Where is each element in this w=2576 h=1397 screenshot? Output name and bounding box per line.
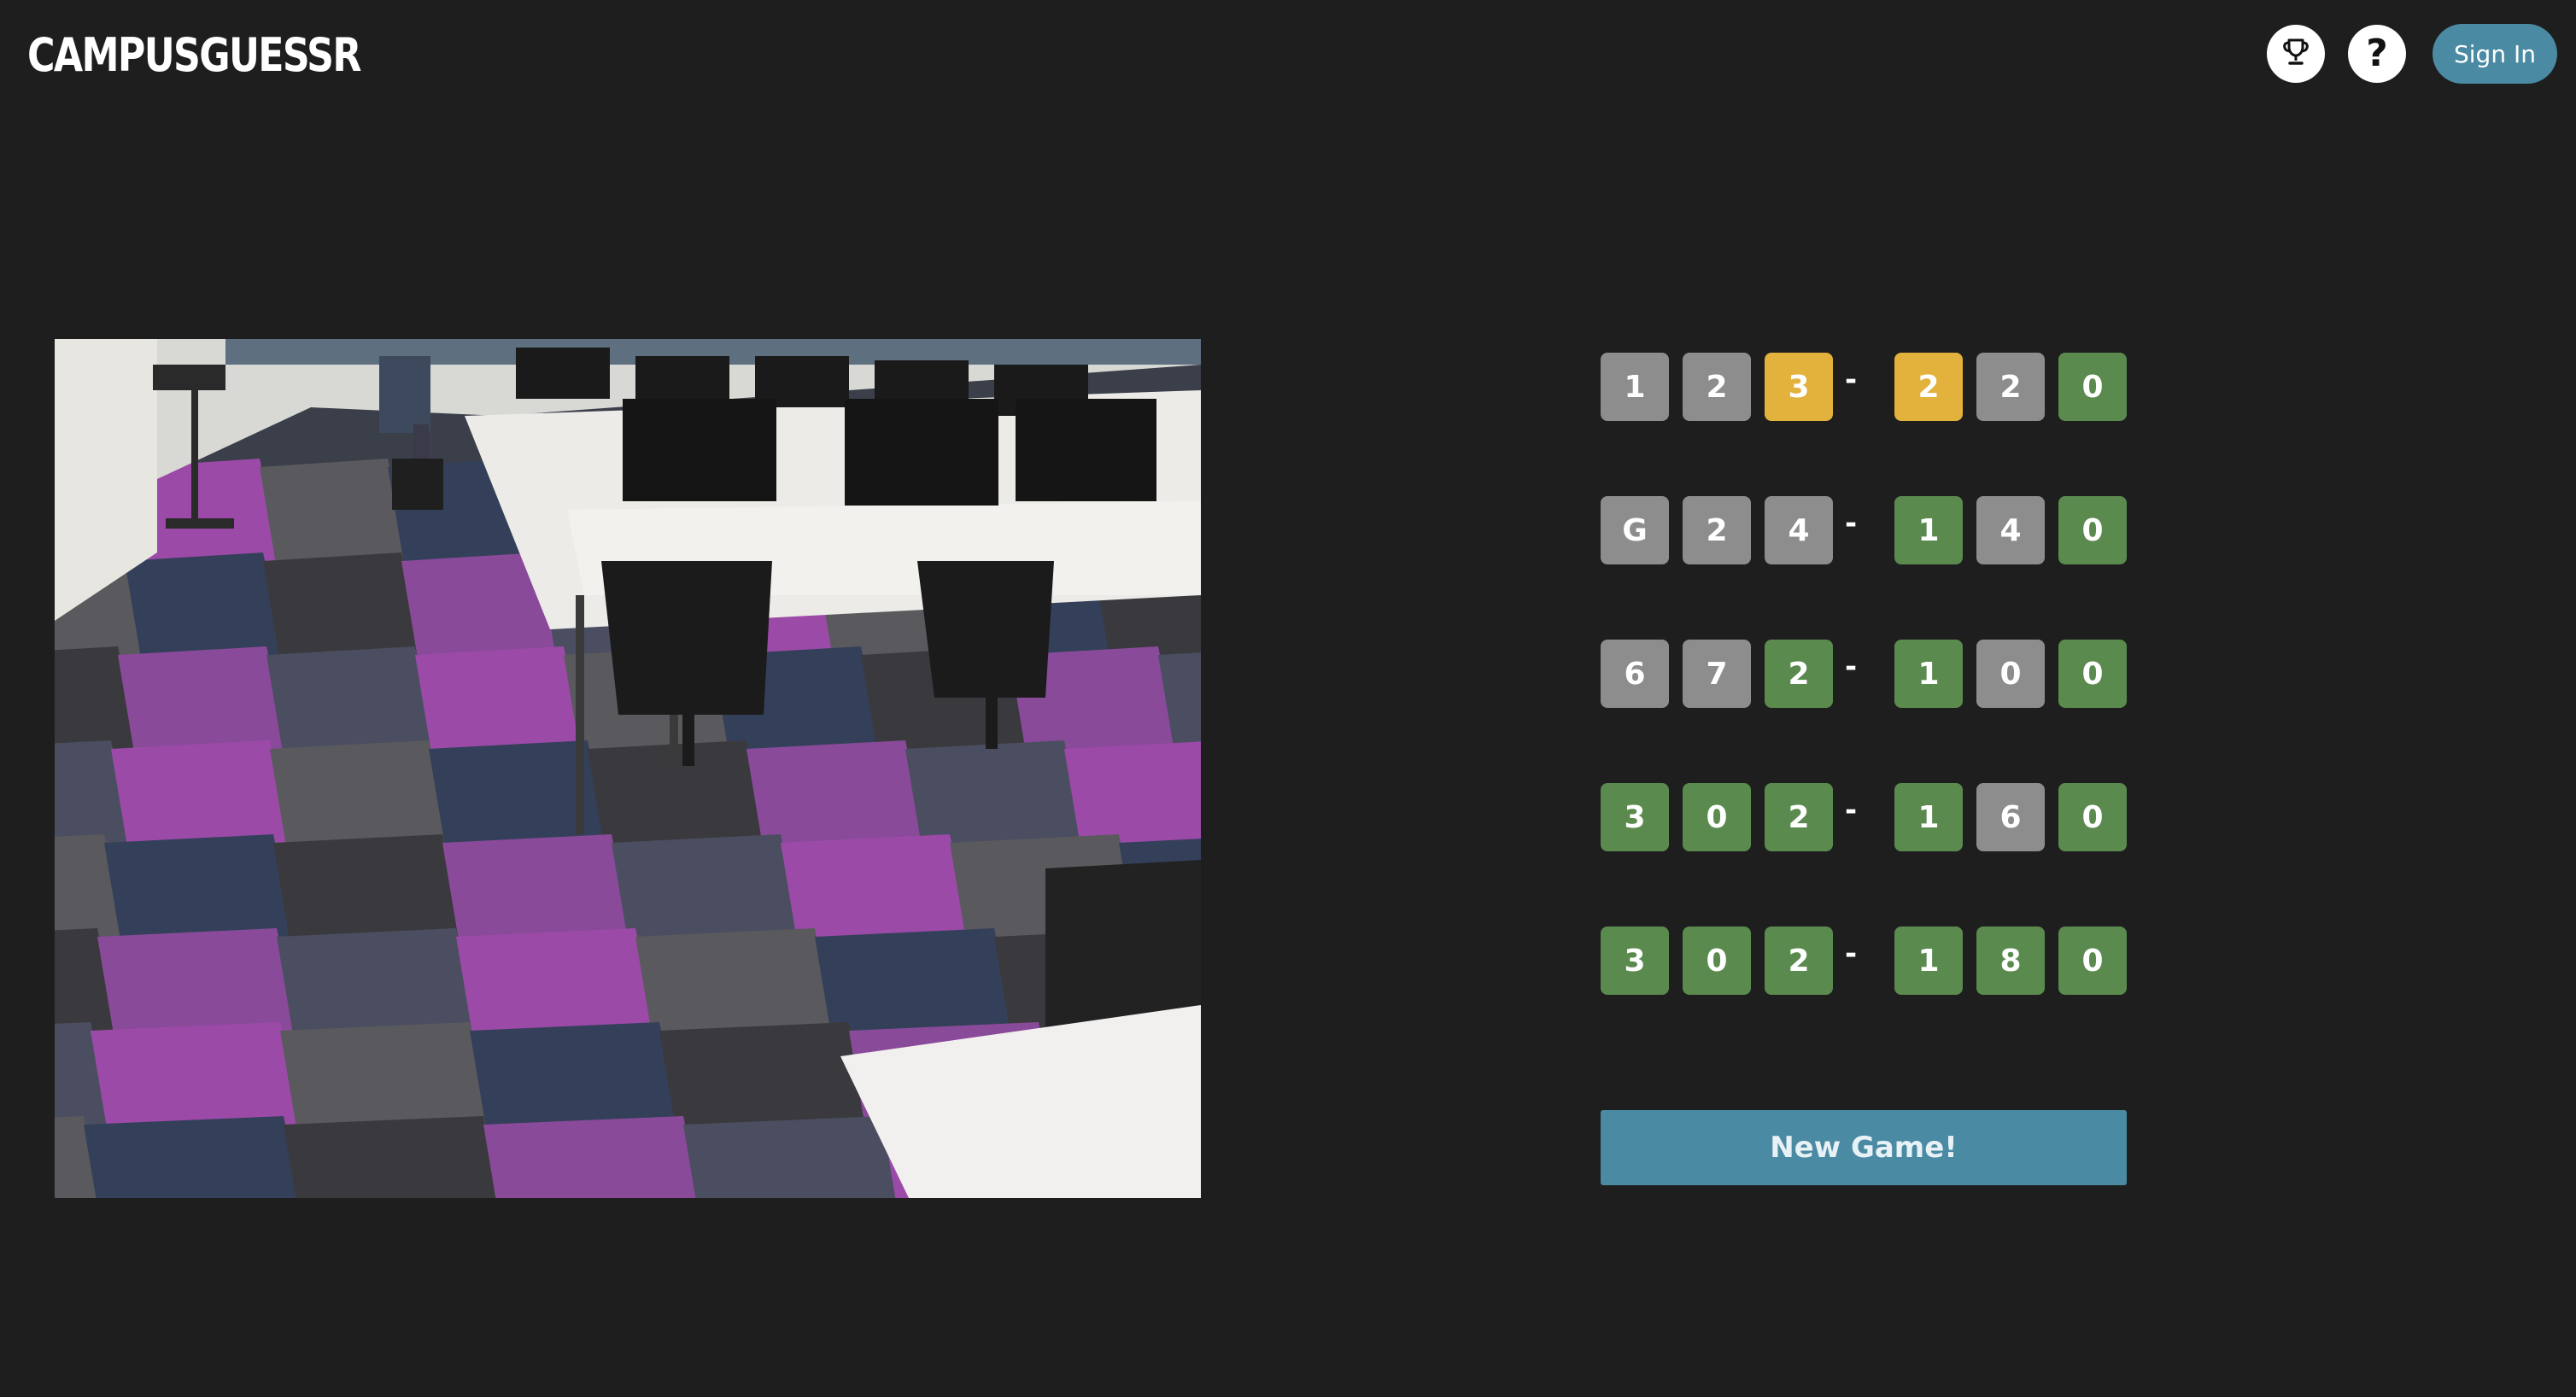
guess-tile: 6 [1976, 783, 2045, 851]
guess-tile: 2 [1765, 783, 1833, 851]
classroom-photo-image [55, 339, 1201, 1198]
guess-separator: - [1844, 650, 1858, 684]
guess-tile: 2 [1894, 353, 1963, 421]
new-game-button[interactable]: New Game! [1601, 1110, 2127, 1185]
guess-tile: 3 [1601, 926, 1669, 995]
help-button[interactable]: ? [2348, 25, 2406, 83]
guess-tile: 1 [1601, 353, 1669, 421]
guess-tile: 6 [1601, 640, 1669, 708]
guess-row: 302-160 [1601, 783, 2127, 851]
campusguessr-app: CAMPUSGUESSR ? Sign In 1 2 3 - 2 2 0 G 2… [0, 0, 2576, 1397]
guess-tile: 7 [1683, 640, 1751, 708]
guess-tile: 4 [1765, 496, 1833, 564]
guess-tile: 2 [1765, 926, 1833, 995]
guess-tile: 0 [2058, 496, 2127, 564]
app-logo[interactable]: CAMPUSGUESSR [27, 26, 362, 85]
guess-tile: 2 [1765, 640, 1833, 708]
guess-tile: 2 [1976, 353, 2045, 421]
guess-tile: 0 [1683, 926, 1751, 995]
guess-tile: 0 [2058, 926, 2127, 995]
guess-separator: - [1844, 793, 1858, 827]
guess-row: 123-220 [1601, 353, 2127, 421]
guess-tile: 0 [2058, 783, 2127, 851]
guess-separator: - [1844, 937, 1858, 971]
trophy-icon [2279, 35, 2313, 73]
leaderboard-button[interactable] [2267, 25, 2325, 83]
guess-tile: 1 [1894, 926, 1963, 995]
guess-tile: 1 [1894, 783, 1963, 851]
guess-tile: 0 [1976, 640, 2045, 708]
guess-tile: 8 [1976, 926, 2045, 995]
guess-tile: 3 [1765, 353, 1833, 421]
guess-tile: 2 [1683, 496, 1751, 564]
location-photo [55, 339, 1201, 1198]
guess-tile: 0 [2058, 353, 2127, 421]
guess-tile: 3 [1601, 783, 1669, 851]
guess-tile: 0 [1683, 783, 1751, 851]
guess-tile: 1 [1894, 640, 1963, 708]
guess-row: 302-180 [1601, 926, 2127, 995]
guess-tile: 4 [1976, 496, 2045, 564]
guess-separator: - [1844, 506, 1858, 541]
guess-tile: G [1601, 496, 1669, 564]
sign-in-button[interactable]: Sign In [2433, 24, 2557, 84]
guess-tile: 1 [1894, 496, 1963, 564]
guess-tile: 0 [2058, 640, 2127, 708]
guess-row: G24-140 [1601, 496, 2127, 564]
question-mark-icon: ? [2366, 32, 2388, 75]
guess-row: 672-100 [1601, 640, 2127, 708]
guess-tile: 2 [1683, 353, 1751, 421]
guess-separator: - [1844, 363, 1858, 397]
